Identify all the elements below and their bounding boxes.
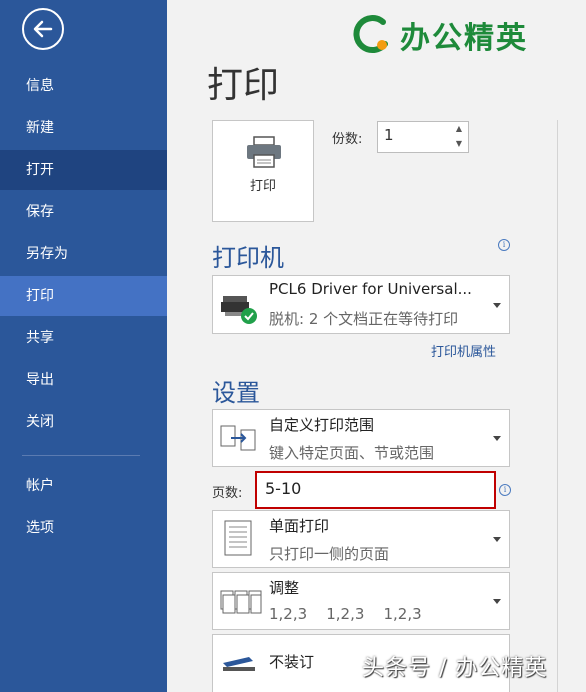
printer-properties-link[interactable]: 打印机属性 (431, 341, 496, 360)
sidebar-divider (22, 455, 140, 456)
copies-increment-icon[interactable]: ▲ (452, 122, 466, 136)
copies-decrement-icon[interactable]: ▼ (452, 137, 466, 151)
custom-range-icon (220, 425, 256, 451)
pages-label: 页数: (212, 486, 243, 501)
panel-scrollbar[interactable] (557, 120, 558, 692)
printer-info-icon[interactable]: i (498, 239, 510, 251)
printer-select-chevron-down-icon (493, 303, 501, 308)
staple-title: 不装订 (269, 653, 315, 671)
printer-icon (247, 136, 281, 168)
sides-chevron-down-icon (493, 537, 501, 542)
stapler-icon (223, 657, 255, 671)
pages-input[interactable]: 5-10 (255, 471, 496, 509)
printer-select[interactable]: PCL6 Driver for Universal... 脱机: 2 个文档正在… (212, 275, 510, 334)
printer-name: PCL6 Driver for Universal... (269, 280, 472, 298)
sidebar-item-close[interactable]: 关闭 (0, 402, 167, 442)
sidebar-item-save-as[interactable]: 另存为 (0, 234, 167, 274)
print-button-label: 打印 (249, 179, 276, 194)
collate-select[interactable]: 调整 1,2,3 1,2,3 1,2,3 (212, 572, 510, 630)
print-range-select[interactable]: 自定义打印范围 键入特定页面、节或范围 (212, 409, 510, 467)
printer-device-icon (221, 296, 257, 324)
brand-logo: 办公精英 (348, 10, 528, 60)
sidebar-item-save[interactable]: 保存 (0, 192, 167, 232)
sidebar-item-new[interactable]: 新建 (0, 108, 167, 148)
sidebar-item-info[interactable]: 信息 (0, 66, 167, 106)
print-button[interactable]: 打印 (212, 120, 314, 222)
logo-text: 办公精英 (400, 21, 528, 56)
collate-chevron-down-icon (493, 599, 501, 604)
printer-status: 脱机: 2 个文档正在等待打印 (269, 310, 459, 328)
back-button[interactable] (22, 8, 64, 50)
sidebar-item-open[interactable]: 打开 (0, 150, 167, 190)
sidebar-item-account[interactable]: 帐户 (0, 466, 167, 506)
print-range-subtitle: 键入特定页面、节或范围 (269, 444, 435, 462)
range-chevron-down-icon (493, 436, 501, 441)
collate-icon (220, 590, 262, 614)
sidebar-item-share[interactable]: 共享 (0, 318, 167, 358)
printer-heading: 打印机 (212, 244, 284, 272)
sides-title: 单面打印 (269, 517, 330, 535)
print-range-title: 自定义打印范围 (269, 416, 375, 434)
settings-heading: 设置 (212, 379, 260, 407)
page-title: 打印 (207, 65, 280, 106)
collate-title: 调整 (269, 579, 300, 597)
sidebar-item-print[interactable]: 打印 (0, 276, 167, 316)
sides-subtitle: 只打印一侧的页面 (269, 545, 390, 563)
copies-label: 份数: (332, 132, 363, 147)
sidebar-item-export[interactable]: 导出 (0, 360, 167, 400)
watermark-text: 头条号 / 办公精英 (362, 656, 548, 681)
sidebar-item-options[interactable]: 选项 (0, 508, 167, 548)
collate-subtitle: 1,2,3 1,2,3 1,2,3 (269, 605, 422, 623)
logo-mark-icon (353, 15, 388, 54)
backstage-sidebar: 信息 新建 打开 保存 另存为 打印 共享 导出 关闭 帐户 选项 (0, 0, 167, 692)
single-sided-icon (224, 520, 252, 556)
pages-info-icon[interactable]: i (499, 484, 511, 496)
sides-select[interactable]: 单面打印 只打印一侧的页面 (212, 510, 510, 568)
back-arrow-icon (33, 20, 53, 38)
